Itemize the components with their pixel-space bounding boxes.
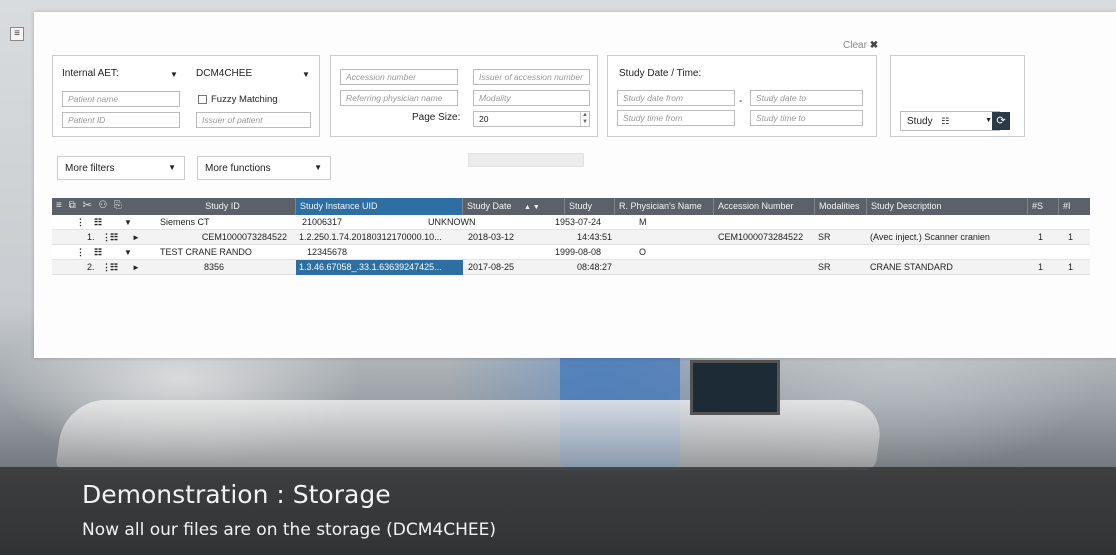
page-size-label: Page Size: [412, 112, 461, 123]
close-icon: ✖ [869, 40, 879, 51]
chevron-right-icon[interactable]: ► [132, 260, 140, 275]
list-icon[interactable]: ☷ [94, 215, 102, 230]
column-study-instance-uid[interactable]: Study Instance UID [296, 198, 463, 215]
background-monitor [690, 360, 780, 415]
patient-name: TEST CRANE RANDO [160, 247, 252, 257]
patient-birth-date: 1999-08-08 [555, 247, 602, 257]
chevron-down-icon[interactable]: ▼ [124, 245, 132, 260]
study-instance-uid[interactable]: 1.3.46.67058_.33.1.63639247425... [296, 260, 463, 275]
study-time-to-input[interactable]: Study time to [750, 110, 863, 126]
fuzzy-matching-checkbox[interactable] [198, 95, 207, 104]
sort-icon: ▲ ▼ [524, 204, 540, 211]
accession-number: CEM1000073284522 [718, 232, 804, 242]
list-icon[interactable]: ☷ [110, 260, 118, 275]
column-instance-count[interactable]: #I [1059, 198, 1090, 215]
table-header: ≡ ⧉ ✂ ⚇ ⎘ Study ID Study Instance UID St… [52, 198, 1090, 215]
more-filters-dropdown[interactable]: More filters ▼ [57, 156, 185, 180]
patient-id: 21006317 [302, 217, 343, 227]
column-study-date-label: Study Date [467, 201, 512, 211]
page-size-input[interactable]: 20 [473, 111, 590, 127]
study-date: 2017-08-25 [468, 262, 515, 272]
patient-row[interactable]: ⋮ ☷ ▼ TEST CRANE RANDO 12345678 1999-08-… [52, 245, 1090, 260]
column-modalities[interactable]: Modalities [815, 198, 867, 215]
chevron-right-icon[interactable]: ► [132, 230, 140, 245]
more-functions-dropdown[interactable]: More functions ▼ [197, 156, 331, 180]
page-size-spinner[interactable]: ▲ ▼ [580, 112, 589, 126]
column-study-id[interactable]: Study ID [150, 198, 296, 215]
chevron-down-icon[interactable]: ▼ [124, 215, 132, 230]
list-icon: ☷ [941, 116, 950, 126]
modality: SR [818, 262, 831, 272]
caption-subtitle: Now all our files are on the storage (DC… [82, 520, 497, 540]
more-filters-label: More filters [65, 163, 115, 174]
column-series-count[interactable]: #S [1028, 198, 1059, 215]
study-row[interactable]: 2. ⋮ ☷ ► 8356 1.3.46.67058_.33.1.6363924… [52, 260, 1090, 275]
list-icon[interactable]: ☷ [94, 245, 102, 260]
refresh-button[interactable]: ⟳ [992, 112, 1010, 130]
study-level-label: Study [907, 116, 933, 127]
study-date-to-input[interactable]: Study date to [750, 90, 863, 106]
issuer-of-accession-input[interactable]: Issuer of accession number [473, 69, 590, 85]
chevron-down-icon: ▼ [314, 163, 322, 172]
study-instance-uid: 1.2.250.1.74.20180312170000.10... [299, 232, 442, 242]
study-date-time-label: Study Date / Time: [619, 68, 702, 79]
progress-placeholder [468, 153, 584, 167]
study-time: 08:48:27 [576, 262, 612, 272]
chevron-down-icon: ▼ [168, 163, 176, 172]
instance-count: 1 [1068, 232, 1074, 242]
patient-issuer: UNKNOWN [428, 217, 476, 227]
study-description: CRANE STANDARD [870, 262, 953, 272]
accession-number-input[interactable]: Accession number [340, 69, 458, 85]
series-count: 1 [1038, 232, 1044, 242]
list-icon[interactable]: ☷ [110, 230, 118, 245]
caption-title: Demonstration : Storage [82, 480, 391, 509]
instance-count: 1 [1068, 262, 1074, 272]
more-vertical-icon[interactable]: ⋮ [76, 245, 85, 260]
patient-birth-date: 1953-07-24 [555, 217, 602, 227]
study-row[interactable]: 1. ⋮ ☷ ► CEM1000073284522 1.2.250.1.74.2… [52, 230, 1090, 245]
more-vertical-icon[interactable]: ⋮ [76, 215, 85, 230]
issuer-of-patient-input[interactable]: Issuer of patient [196, 112, 311, 128]
date-separator: - [739, 96, 743, 107]
study-description: (Avec inject.) Scanner cranien [870, 232, 990, 242]
patient-sex: M [639, 217, 647, 227]
series-count: 1 [1038, 262, 1044, 272]
patient-sex: O [639, 247, 647, 257]
column-accession-number[interactable]: Accession Number [714, 198, 815, 215]
study-id: 8356 [204, 262, 225, 272]
fuzzy-matching-label: Fuzzy Matching [211, 94, 278, 105]
patient-name: Siemens CT [160, 217, 210, 227]
column-study-description[interactable]: Study Description [867, 198, 1028, 215]
column-study-time[interactable]: Study [565, 198, 615, 215]
patient-row[interactable]: ⋮ ☷ ▼ Siemens CT 21006317 UNKNOWN 1953-0… [52, 215, 1090, 230]
patient-id-input[interactable]: Patient ID [62, 112, 180, 128]
row-number: 2. [87, 262, 95, 272]
row-number: 1. [87, 232, 95, 242]
column-physician[interactable]: R. Physician's Name [615, 198, 714, 215]
aet-select[interactable]: DCM4CHEE [196, 68, 252, 79]
menu-toggle-icon[interactable]: ≡ [10, 27, 24, 41]
patient-name-input[interactable]: Patient name [62, 91, 180, 107]
chevron-down-icon: ▼ [985, 117, 992, 124]
table-toolbar-icons[interactable]: ≡ ⧉ ✂ ⚇ ⎘ [56, 200, 124, 211]
modality: SR [818, 232, 831, 242]
aet-value-caret-icon[interactable]: ▼ [302, 70, 310, 79]
aet-caret-icon[interactable]: ▼ [170, 70, 178, 79]
more-functions-label: More functions [205, 163, 271, 174]
referring-physician-input[interactable]: Referring physician name [340, 90, 458, 106]
column-study-date[interactable]: Study Date ▲ ▼ [463, 198, 565, 215]
clear-button[interactable]: Clear ✖ [843, 40, 878, 51]
modality-input[interactable]: Modality [473, 90, 590, 106]
study-level-select[interactable]: Study ☷ ▼ [900, 111, 1000, 131]
study-date: 2018-03-12 [468, 232, 515, 242]
patient-id: 12345678 [307, 247, 348, 257]
study-id: CEM1000073284522 [201, 232, 287, 242]
internal-aet-label: Internal AET: [62, 68, 119, 79]
study-time-from-input[interactable]: Study time from [617, 110, 735, 126]
study-time: 14:43:51 [576, 232, 612, 242]
study-date-from-input[interactable]: Study date from [617, 90, 735, 106]
